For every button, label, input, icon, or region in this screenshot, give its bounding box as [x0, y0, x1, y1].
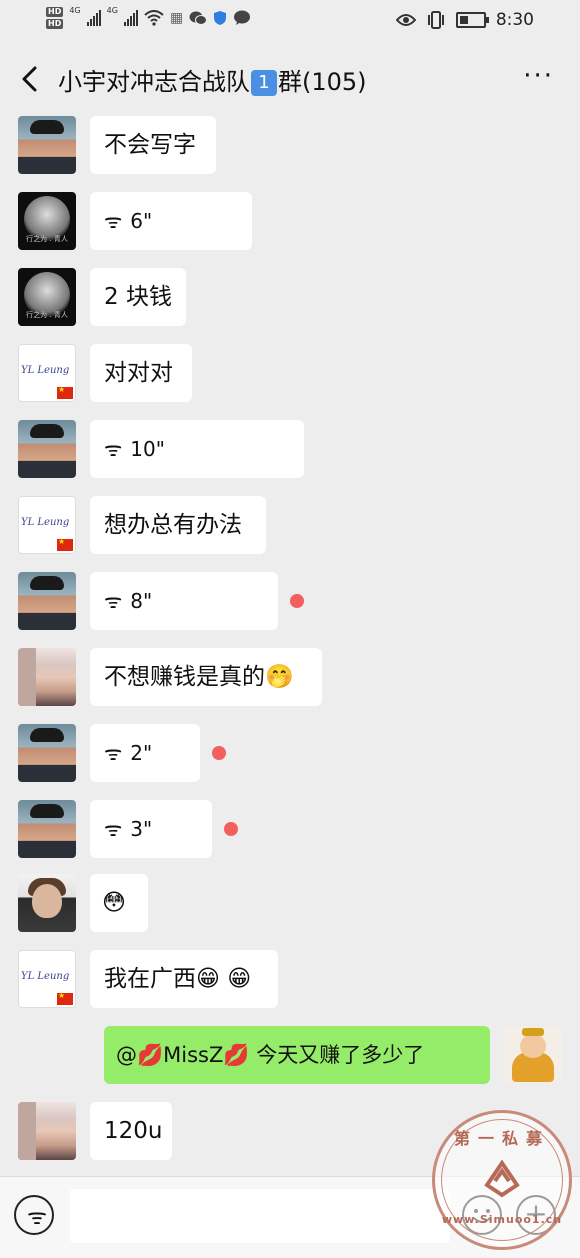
- text-bubble[interactable]: 120u: [90, 1102, 172, 1160]
- wechat-icon: [189, 11, 208, 25]
- voice-wave-icon: ᯤ: [104, 817, 123, 841]
- voice-wave-icon: ᯤ: [104, 741, 123, 765]
- voice-bubble[interactable]: ᯤ 6": [90, 192, 252, 250]
- voice-duration: 3": [130, 817, 153, 841]
- text-bubble[interactable]: 对对对: [90, 344, 192, 402]
- title-badge: 1: [251, 70, 277, 96]
- self-avatar[interactable]: [504, 1026, 562, 1084]
- watermark-seal: 第一私募 www.Simuoo1.cn: [432, 1110, 572, 1250]
- unread-dot: [212, 746, 226, 760]
- signal-icon: [86, 10, 101, 26]
- voice-wave-icon: ᯤ: [27, 1205, 48, 1230]
- unread-dot: [224, 822, 238, 836]
- hd-badge: HD: [46, 19, 64, 29]
- battery-icon: [455, 12, 489, 28]
- watermark-bottom-text: www.Simuoo1.cn: [441, 1213, 563, 1226]
- text-bubble[interactable]: 2 块钱: [90, 268, 186, 326]
- vibrate-icon: [427, 11, 444, 29]
- chat-title: 小宇对冲志合战队 1 群(105): [58, 62, 367, 97]
- text-bubble[interactable]: 不想赚钱是真的🤭: [90, 648, 322, 706]
- outgoing-text-bubble[interactable]: @💋MissZ💋 今天又赚了多少了: [104, 1026, 490, 1084]
- status-right-icons: 8:30: [395, 10, 534, 30]
- unread-dot: [290, 594, 304, 608]
- message-text: 今天又赚了多少了: [256, 1043, 425, 1067]
- network-type: 4G: [69, 6, 81, 15]
- text-bubble[interactable]: 我在广西😁 😁: [90, 950, 278, 1008]
- hd-badges: HD HD: [46, 6, 64, 30]
- voice-bubble[interactable]: ᯤ 3": [90, 800, 212, 858]
- network-type: 4G: [106, 6, 118, 15]
- voice-duration: 10": [130, 437, 165, 461]
- grinning-emoji: 😁 😁: [196, 966, 252, 992]
- hand-over-mouth-emoji: 🤭: [265, 664, 294, 690]
- message-input[interactable]: [70, 1189, 450, 1243]
- message-text: 我在广西: [104, 966, 196, 992]
- avatar[interactable]: [18, 420, 76, 478]
- text-bubble[interactable]: 不会写字: [90, 116, 216, 174]
- eye-icon: [395, 14, 416, 26]
- status-bar: HD HD 4G 4G ▦ 8:30: [0, 0, 580, 44]
- voice-wave-icon: ᯤ: [104, 209, 123, 233]
- message-text: 不想赚钱是真的: [104, 664, 265, 690]
- mention-name: MissZ: [163, 1043, 224, 1067]
- voice-duration: 6": [130, 209, 153, 233]
- grid-icon: ▦: [169, 10, 184, 26]
- voice-bubble[interactable]: ᯤ 2": [90, 724, 200, 782]
- avatar[interactable]: [18, 1102, 76, 1160]
- avatar[interactable]: [18, 572, 76, 630]
- hd-badge: HD: [46, 7, 64, 17]
- avatar[interactable]: [18, 874, 76, 932]
- wifi-icon: [144, 10, 164, 26]
- mention-at: @: [116, 1043, 137, 1067]
- china-flag-icon: [57, 385, 73, 399]
- title-prefix: 小宇对冲志合战队: [58, 68, 250, 96]
- avatar[interactable]: [18, 648, 76, 706]
- clock-time: 8:30: [495, 10, 534, 30]
- watermark-logo-icon: [484, 1159, 520, 1198]
- voice-duration: 8": [130, 589, 153, 613]
- more-options-button[interactable]: ···: [523, 63, 554, 89]
- avatar[interactable]: YL Leung: [18, 950, 76, 1008]
- china-flag-icon: [57, 537, 73, 551]
- china-flag-icon: [57, 991, 73, 1005]
- avatar[interactable]: YL Leung: [18, 344, 76, 402]
- message-icon: [234, 10, 251, 25]
- text-bubble[interactable]: 想办总有办法: [90, 496, 266, 554]
- avatar[interactable]: [18, 724, 76, 782]
- watermark-top-text: 第一私募: [453, 1129, 550, 1148]
- voice-duration: 2": [130, 741, 153, 765]
- avatar[interactable]: YL Leung: [18, 496, 76, 554]
- kiss-mark-emoji: 💋: [137, 1043, 164, 1067]
- back-arrow-icon[interactable]: [14, 62, 48, 96]
- signal-icon: [123, 10, 138, 26]
- kiss-mark-emoji: 💋: [223, 1043, 250, 1067]
- voice-wave-icon: ᯤ: [104, 437, 123, 461]
- voice-input-toggle[interactable]: ᯤ: [14, 1195, 54, 1235]
- voice-bubble[interactable]: ᯤ 10": [90, 420, 304, 478]
- emoji-bubble[interactable]: 😳: [90, 874, 148, 932]
- avatar[interactable]: [18, 800, 76, 858]
- avatar[interactable]: [18, 116, 76, 174]
- voice-wave-icon: ᯤ: [104, 589, 123, 613]
- shield-icon: [214, 11, 227, 25]
- title-suffix: 群(105): [278, 68, 367, 96]
- chat-header: 小宇对冲志合战队 1 群(105) ···: [0, 44, 580, 114]
- avatar[interactable]: 行之为 . 青人: [18, 192, 76, 250]
- status-left-icons: HD HD 4G 4G ▦: [46, 6, 251, 30]
- voice-bubble[interactable]: ᯤ 8": [90, 572, 278, 630]
- avatar[interactable]: 行之为 . 青人: [18, 268, 76, 326]
